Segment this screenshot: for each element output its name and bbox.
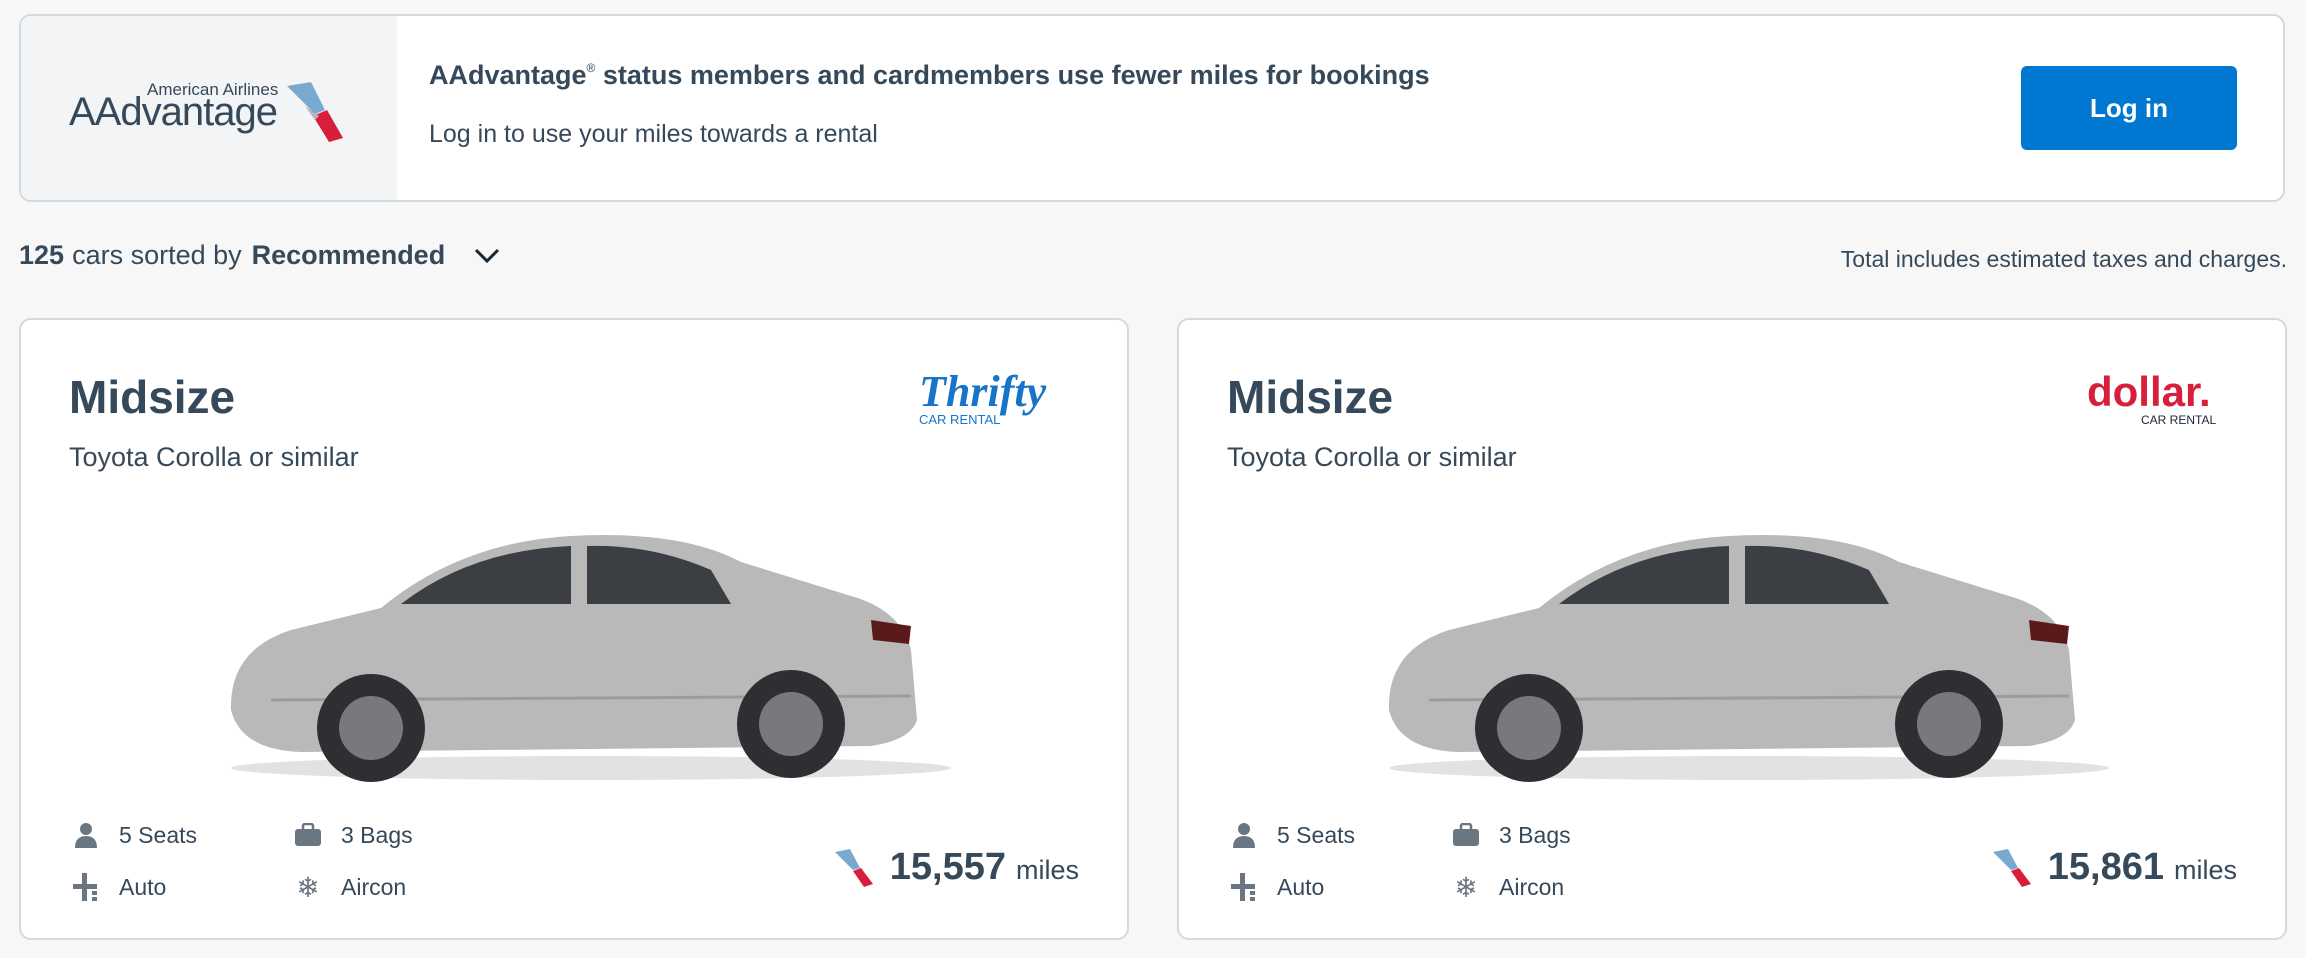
result-count: 125: [19, 240, 65, 270]
banner-title-rest: status members and cardmembers use fewer…: [595, 60, 1430, 90]
gear-shift-icon: [71, 872, 101, 902]
car-class: Midsize: [1227, 371, 1394, 423]
vendor-name: Thrifty: [919, 368, 1047, 416]
car-card[interactable]: Midsize Toyota Corolla or similar Thrift…: [19, 318, 1129, 940]
seats-label: 5 Seats: [1277, 821, 1355, 848]
car-model: Toyota Corolla or similar: [69, 442, 359, 472]
aadvantage-banner: American Airlines AAdvantage AAdvantage®…: [19, 14, 2285, 202]
transmission-label: Auto: [119, 873, 167, 900]
car-image: [1388, 535, 2109, 782]
seats-feature: 5 Seats: [1229, 820, 1355, 850]
chevron-down-icon[interactable]: [473, 247, 501, 265]
aircon-label: Aircon: [1499, 873, 1565, 900]
gear-shift-icon: [1229, 872, 1259, 902]
car-model: Toyota Corolla or similar: [1227, 442, 1517, 472]
results-sort-bar: 125 cars sorted by Recommended: [19, 240, 501, 271]
car-image: [230, 535, 951, 782]
seats-feature: 5 Seats: [71, 820, 197, 850]
aa-flight-symbol-icon: [287, 82, 343, 142]
car-class: Midsize: [69, 371, 236, 423]
thrifty-logo: Thrifty CAR RENTAL: [919, 368, 1047, 427]
sort-dropdown-value[interactable]: Recommended: [252, 240, 446, 271]
miles-value: 15,557: [889, 846, 1006, 888]
vendor-name: dollar.: [2087, 368, 2211, 415]
miles-price: 15,861 miles: [1992, 846, 2237, 889]
transmission-feature: Auto: [1229, 872, 1324, 902]
person-icon: [1229, 820, 1259, 850]
miles-unit: miles: [2173, 855, 2237, 885]
tax-note: Total includes estimated taxes and charg…: [1840, 246, 2287, 272]
miles-value: 15,861: [2047, 846, 2164, 888]
log-in-button[interactable]: Log in: [2021, 66, 2237, 150]
transmission-feature: Auto: [71, 872, 166, 902]
bags-feature: 3 Bags: [1451, 820, 1571, 850]
dollar-logo: dollar. CAR RENTAL: [2087, 368, 2216, 427]
vendor-sub: CAR RENTAL: [2141, 413, 2216, 427]
aa-flight-symbol-icon: [834, 848, 873, 887]
snowflake-icon: ❄: [1454, 871, 1478, 903]
logo-big-text: AAdvantage: [69, 90, 278, 134]
aircon-feature: ❄ Aircon: [1451, 871, 1565, 903]
seats-label: 5 Seats: [119, 821, 197, 848]
miles-unit: miles: [1015, 855, 1079, 885]
banner-subtitle: Log in to use your miles towards a renta…: [429, 120, 878, 148]
briefcase-icon: [1451, 820, 1481, 850]
vendor-sub: CAR RENTAL: [919, 412, 1000, 427]
briefcase-icon: [293, 820, 323, 850]
banner-title: AAdvantage® status members and cardmembe…: [429, 60, 1430, 91]
snowflake-icon: ❄: [296, 871, 320, 903]
aircon-label: Aircon: [341, 873, 407, 900]
aa-flight-symbol-icon: [1992, 848, 2031, 887]
banner-title-brand: AAdvantage: [429, 60, 587, 90]
aircon-feature: ❄ Aircon: [293, 871, 407, 903]
bags-label: 3 Bags: [341, 821, 413, 848]
transmission-label: Auto: [1277, 873, 1325, 900]
aadvantage-logo: American Airlines AAdvantage: [21, 16, 397, 200]
bags-label: 3 Bags: [1499, 821, 1571, 848]
sorted-by-text: cars sorted by: [72, 240, 242, 270]
miles-price: 15,557 miles: [834, 846, 1079, 889]
bags-feature: 3 Bags: [293, 820, 413, 850]
car-card[interactable]: Midsize Toyota Corolla or similar dollar…: [1177, 318, 2287, 940]
person-icon: [71, 820, 101, 850]
